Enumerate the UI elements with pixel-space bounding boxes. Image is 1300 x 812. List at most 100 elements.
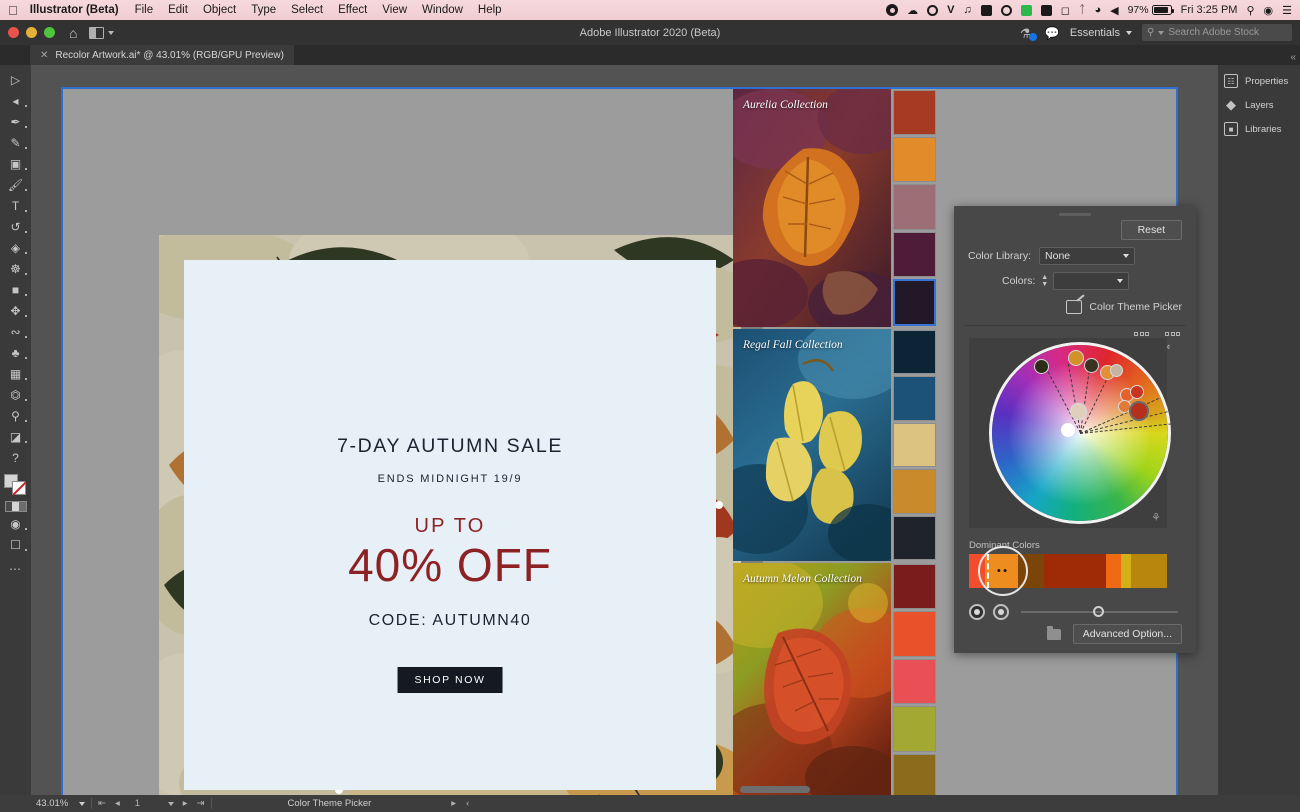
color-distribution-slider[interactable] xyxy=(1021,606,1178,617)
pen-tool[interactable]: ✒ xyxy=(2,112,29,131)
help-tool[interactable]: ? xyxy=(2,448,29,467)
wifi-icon[interactable]: ◕ xyxy=(1094,4,1101,16)
gradient-tool[interactable]: ■ xyxy=(2,280,29,299)
arrange-documents-icon[interactable] xyxy=(89,26,115,39)
slider-knob[interactable] xyxy=(1093,606,1105,617)
volume-icon[interactable]: ◀ xyxy=(1110,4,1118,17)
record-icon[interactable] xyxy=(886,4,899,16)
collection-autumn-melon[interactable]: Autumn Melon Collection xyxy=(733,563,936,795)
menu-type[interactable]: Type xyxy=(251,4,276,16)
swatch[interactable] xyxy=(893,330,936,375)
poster-artwork[interactable]: 7-DAY AUTUMN SALE ENDS MIDNIGHT 19/9 UP … xyxy=(159,235,741,795)
advanced-options-button[interactable]: Advanced Option... xyxy=(1072,624,1182,644)
panel-dock[interactable]: « ☷ Properties ◆ Layers ■ Libraries xyxy=(1218,52,1300,795)
save-theme-icon[interactable] xyxy=(1046,625,1061,640)
rotate-tool[interactable]: ↺ xyxy=(2,217,29,236)
close-icon[interactable]: ✕ xyxy=(40,50,48,61)
color-mode-buttons[interactable] xyxy=(4,501,27,512)
color-marker-active[interactable] xyxy=(1129,401,1149,421)
zoom-app-icon[interactable] xyxy=(1040,4,1052,16)
airplay-icon[interactable]: ◻ xyxy=(1061,4,1070,17)
unlink-harmony-icon[interactable]: ⚘ xyxy=(1151,511,1161,524)
recolor-artwork-panel[interactable]: Reset Color Library: None Colors: ▲ ▼ Col… xyxy=(954,206,1196,653)
menu-window[interactable]: Window xyxy=(422,4,463,16)
zoom-dropdown-icon[interactable] xyxy=(79,801,85,806)
artboard-tool[interactable]: ⏣ xyxy=(2,385,29,404)
dock-item-properties[interactable]: ☷ Properties xyxy=(1218,69,1300,93)
dock-item-layers[interactable]: ◆ Layers xyxy=(1218,93,1300,117)
column-graph-tool[interactable]: ▦ xyxy=(2,364,29,383)
dropbox-alert-icon[interactable]: ☁ xyxy=(907,4,918,17)
maximize-window-button[interactable] xyxy=(44,27,55,38)
menu-view[interactable]: View xyxy=(382,4,407,16)
drawing-mode-tool[interactable]: ◉ xyxy=(2,514,29,533)
even-distribution-icon[interactable] xyxy=(993,604,1009,620)
adobe-stock-flask-icon[interactable]: ⚗ xyxy=(1020,25,1037,41)
collapse-panels-icon[interactable]: « xyxy=(1290,52,1296,63)
apple-logo-icon[interactable]:  xyxy=(8,4,18,17)
swatch[interactable] xyxy=(893,90,936,136)
paintbrush-tool[interactable]: 🖌 xyxy=(2,175,29,194)
swatch[interactable] xyxy=(893,515,936,561)
color-marker[interactable] xyxy=(1110,364,1123,377)
direct-selection-tool[interactable]: ◂ xyxy=(2,91,29,110)
collection-aurelia[interactable]: Aurelia Collection xyxy=(733,89,936,327)
menu-app-name[interactable]: Illustrator (Beta) xyxy=(30,4,119,16)
color-marker[interactable] xyxy=(1068,350,1084,366)
dominant-color-handle[interactable] xyxy=(978,546,1028,596)
reset-button[interactable]: Reset xyxy=(1120,220,1182,240)
last-page-icon[interactable]: ⇥ xyxy=(197,798,205,809)
color-theme-picker-row[interactable]: Color Theme Picker xyxy=(954,300,1196,314)
swatch[interactable] xyxy=(893,706,936,752)
shaper-tool[interactable]: ◈ xyxy=(2,238,29,257)
previous-page-icon[interactable]: ◂ xyxy=(115,798,120,809)
menu-object[interactable]: Object xyxy=(203,4,236,16)
window-controls[interactable] xyxy=(8,27,55,38)
close-window-button[interactable] xyxy=(8,27,19,38)
shop-now-button[interactable]: SHOP NOW xyxy=(397,667,503,693)
color-marker[interactable] xyxy=(1130,385,1144,399)
swatch[interactable] xyxy=(893,376,936,421)
notification-center-icon[interactable]: ☰ xyxy=(1282,4,1292,17)
color-library-select[interactable]: None xyxy=(1039,247,1136,265)
swatch[interactable] xyxy=(893,658,936,705)
discover-chat-icon[interactable]: 💬 xyxy=(1045,26,1060,40)
panel-drag-handle[interactable] xyxy=(1059,213,1091,216)
blend-tool[interactable]: ∾ xyxy=(2,322,29,341)
page-number[interactable]: 1 xyxy=(129,798,159,809)
swatch-column[interactable] xyxy=(893,563,936,795)
current-tool-label[interactable]: Color Theme Picker xyxy=(288,798,372,809)
menubar-clock[interactable]: Fri 3:25 PM xyxy=(1181,4,1238,16)
type-tool[interactable]: T xyxy=(2,196,29,215)
swatch[interactable] xyxy=(893,137,936,183)
collection-photo[interactable] xyxy=(733,329,891,561)
swatch[interactable] xyxy=(893,231,936,277)
collection-regal-fall[interactable]: Regal Fall Collection xyxy=(733,329,936,561)
eyedropper-tool[interactable]: ✥ xyxy=(2,301,29,320)
swatch[interactable] xyxy=(893,611,936,657)
dock-item-libraries[interactable]: ■ Libraries xyxy=(1218,117,1300,141)
swatch[interactable] xyxy=(893,184,936,230)
menu-effect[interactable]: Effect xyxy=(338,4,367,16)
page-navigation[interactable]: ⇤ ◂ 1 ▸ ⇥ xyxy=(98,798,205,809)
home-icon[interactable]: ⌂ xyxy=(69,25,77,41)
color-theme-picker-icon[interactable] xyxy=(1066,300,1083,314)
colors-stepper[interactable]: ▲ ▼ xyxy=(1041,274,1048,288)
slice-tool[interactable]: ◪ xyxy=(2,427,29,446)
symbol-sprayer-tool[interactable]: ♣ xyxy=(2,343,29,362)
selection-tool[interactable]: ▷ xyxy=(2,70,29,89)
menu-help[interactable]: Help xyxy=(478,4,502,16)
menu-file[interactable]: File xyxy=(135,4,154,16)
prominence-icon[interactable] xyxy=(969,604,985,620)
music-notes-icon[interactable]: ♫ xyxy=(963,4,971,16)
collection-photo[interactable] xyxy=(733,89,891,327)
color-wheel-container[interactable]: ⚘ xyxy=(969,338,1172,528)
swatch[interactable] xyxy=(893,469,936,514)
screen-mode-tool[interactable]: ☐ xyxy=(2,535,29,554)
bluetooth-icon[interactable]: ᛏ xyxy=(1079,4,1086,16)
collection-photo[interactable] xyxy=(733,563,891,795)
zoom-level[interactable]: 43.01% xyxy=(31,798,79,809)
battery-status[interactable]: 97% xyxy=(1128,4,1174,16)
loading-icon[interactable] xyxy=(1000,4,1012,16)
spotlight-search-icon[interactable]: ⚲ xyxy=(1246,4,1254,17)
